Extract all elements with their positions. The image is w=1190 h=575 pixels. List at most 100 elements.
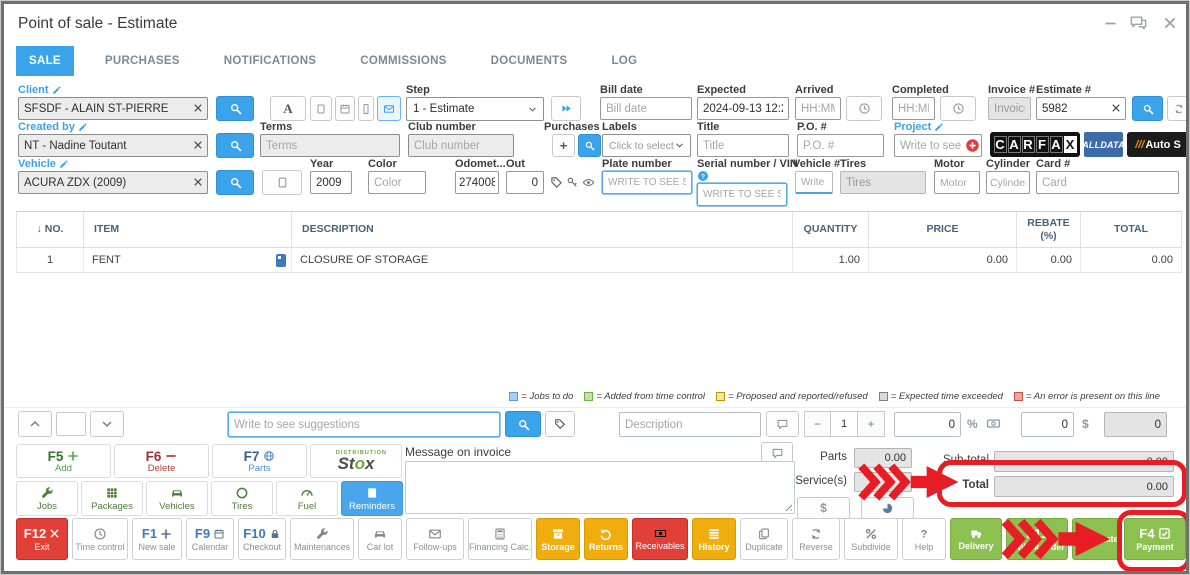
bill-date-input[interactable]	[600, 97, 692, 120]
toolbar-storage[interactable]: Storage	[536, 518, 580, 560]
cell-item[interactable]: FENT	[84, 248, 292, 272]
invoice-message-textarea[interactable]	[405, 461, 795, 514]
created-by-input[interactable]	[18, 134, 208, 157]
cell-total[interactable]: 0.00	[1081, 248, 1182, 272]
vehicle-no-input[interactable]	[795, 171, 833, 194]
toolbar-checkout[interactable]: F10Checkout	[238, 518, 286, 560]
color-input[interactable]	[368, 171, 426, 194]
quantity-plus-button[interactable]: +	[858, 411, 885, 437]
minimize-icon[interactable]	[1100, 14, 1120, 32]
header-description[interactable]: DESCRIPTION	[292, 212, 793, 247]
key-icon[interactable]	[566, 176, 579, 189]
email-button[interactable]	[377, 96, 401, 121]
toolbar-history[interactable]: History	[692, 518, 736, 560]
tab-purchases[interactable]: PURCHASES	[92, 46, 193, 76]
motor-input[interactable]	[934, 171, 980, 194]
client-search-button[interactable]	[216, 96, 254, 121]
line-comment-button[interactable]	[766, 411, 799, 437]
autoserve-logo[interactable]: ///Auto S	[1127, 132, 1189, 157]
toolbar-follow-ups[interactable]: Follow-ups	[406, 518, 464, 560]
move-down-button[interactable]	[90, 411, 124, 437]
tab-commissions[interactable]: COMMISSIONS	[347, 46, 459, 76]
calendar-button[interactable]	[335, 96, 355, 121]
toolbar-receivables[interactable]: Receivables	[632, 518, 688, 560]
tab-documents[interactable]: DOCUMENTS	[478, 46, 581, 76]
item-search-button[interactable]	[505, 411, 541, 437]
card-input[interactable]	[1036, 171, 1179, 194]
title-input[interactable]	[697, 134, 789, 157]
category-fuel[interactable]: Fuel	[276, 481, 338, 516]
category-tires[interactable]: Tires	[211, 481, 273, 516]
clear-client-icon[interactable]	[193, 103, 203, 113]
completed-input[interactable]	[892, 97, 935, 120]
tab-notifications[interactable]: NOTIFICATIONS	[211, 46, 330, 76]
header-price[interactable]: PRICE	[869, 212, 1017, 247]
step-select[interactable]: 1 - Estimate	[406, 97, 544, 121]
clear-estimate-icon[interactable]	[1111, 103, 1121, 113]
currency-button[interactable]: $	[797, 497, 850, 519]
header-no[interactable]: ↓NO.	[16, 212, 84, 247]
header-total[interactable]: TOTAL	[1081, 212, 1182, 247]
toolbar-delivery[interactable]: Delivery	[950, 518, 1002, 560]
category-packages[interactable]: Packages	[81, 481, 143, 516]
add-purchase-button[interactable]: +	[552, 134, 575, 157]
cell-price[interactable]: 0.00	[869, 248, 1017, 272]
move-up-button[interactable]	[18, 411, 52, 437]
line-number-input[interactable]	[56, 412, 86, 436]
category-reminders[interactable]: Reminders	[341, 481, 403, 516]
action-delete[interactable]: F6Delete	[114, 444, 209, 478]
cell-rebate[interactable]: 0.00	[1017, 248, 1081, 272]
toolbar-calendar[interactable]: F9Calendar	[186, 518, 234, 560]
toolbar-work-order[interactable]: F11+ Work order	[1006, 518, 1068, 560]
toolbar-financing-calc[interactable]: Financing Calc.	[468, 518, 532, 560]
toolbar-new-sale[interactable]: F1New sale	[132, 518, 182, 560]
line-price-input[interactable]	[894, 412, 961, 437]
category-vehicles[interactable]: Vehicles	[146, 481, 208, 516]
tag-button[interactable]	[545, 411, 575, 437]
line-rebate-input[interactable]	[1021, 412, 1074, 437]
description-input[interactable]	[619, 412, 761, 437]
cell-description[interactable]: CLOSURE OF STORAGE	[292, 248, 793, 272]
po-number-input[interactable]	[797, 134, 884, 157]
item-suggestion-input[interactable]	[228, 412, 500, 437]
clear-vehicle-icon[interactable]	[193, 177, 203, 187]
add-project-icon[interactable]	[965, 138, 980, 153]
toolbar-subdivide[interactable]: Subdivide	[844, 518, 898, 560]
year-input[interactable]	[310, 171, 352, 194]
header-item[interactable]: ITEM	[84, 212, 292, 247]
arrived-clock-button[interactable]	[846, 96, 882, 121]
created-by-search-button[interactable]	[216, 133, 254, 158]
toolbar-time-control[interactable]: Time control	[72, 518, 128, 560]
vehicle-note-button[interactable]	[262, 170, 302, 195]
client-input[interactable]	[18, 97, 208, 120]
alldata-logo[interactable]: ALLDATA	[1084, 132, 1123, 157]
toolbar-payment[interactable]: F4Payment	[1124, 518, 1186, 560]
cylinder-input[interactable]	[986, 171, 1030, 194]
next-step-button[interactable]	[551, 96, 581, 121]
vin-input[interactable]	[697, 183, 787, 206]
close-icon[interactable]	[1160, 14, 1180, 32]
pie-chart-button[interactable]	[861, 497, 914, 519]
vehicle-search-button[interactable]	[216, 170, 254, 195]
action-parts[interactable]: F7Parts	[212, 444, 307, 478]
eye-icon[interactable]	[582, 176, 595, 189]
font-button[interactable]: A	[270, 96, 306, 121]
toolbar-help[interactable]: ?Help	[902, 518, 946, 560]
toolbar-maintenances[interactable]: Maintenances	[290, 518, 354, 560]
odometer-input[interactable]	[455, 171, 499, 194]
toolbar-estimate[interactable]: + Estimate	[1072, 518, 1120, 560]
tab-log[interactable]: LOG	[598, 46, 650, 76]
arrived-input[interactable]	[795, 97, 841, 120]
terms-input[interactable]	[260, 134, 400, 157]
tag-icon[interactable]	[550, 176, 563, 189]
table-row[interactable]: 1FENTCLOSURE OF STORAGE1.000.000.000.00	[16, 248, 1182, 273]
completed-clock-button[interactable]	[940, 96, 976, 121]
cell-quantity[interactable]: 1.00	[793, 248, 869, 272]
toolbar-duplicate[interactable]: Duplicate	[740, 518, 788, 560]
out-input[interactable]	[506, 171, 544, 194]
club-number-input[interactable]	[408, 134, 514, 157]
labels-select[interactable]: Click to select	[602, 134, 691, 157]
carfax-logo[interactable]: CARFAX	[990, 132, 1080, 157]
stox-logo[interactable]: DISTRIBUTION Stox	[310, 444, 402, 478]
toolbar-returns[interactable]: Returns	[584, 518, 628, 560]
